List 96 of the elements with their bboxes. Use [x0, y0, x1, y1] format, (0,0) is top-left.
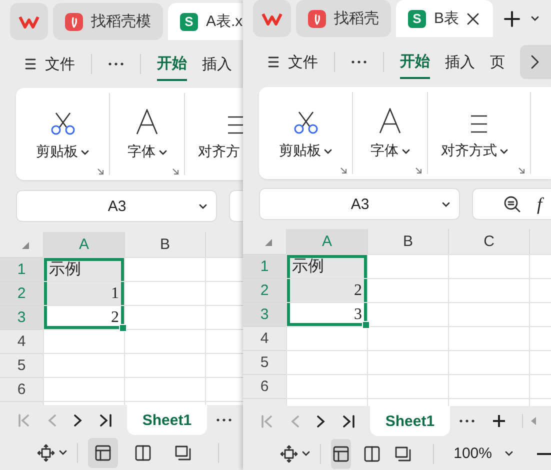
ribbon-group-button[interactable]: 字体 — [128, 143, 166, 161]
caret-icon — [324, 148, 332, 154]
table-cell: 1 — [43, 281, 124, 305]
position-icon[interactable] — [280, 444, 298, 462]
more-icon[interactable] — [216, 418, 232, 422]
zoom-caret-icon[interactable] — [505, 451, 513, 456]
row-header[interactable]: 4 — [243, 326, 286, 350]
ribbon-group-button[interactable]: 剪贴板 — [36, 143, 89, 161]
page-break-view-icon[interactable] — [364, 446, 380, 462]
launcher-icon[interactable] — [340, 167, 347, 174]
file-menu[interactable]: 文件 — [288, 52, 318, 72]
table-cell: 示例 — [43, 257, 124, 281]
leaf-app-icon — [65, 12, 83, 30]
table-cell: 2 — [43, 305, 124, 329]
name-box[interactable]: A3 — [259, 188, 460, 220]
document-tab[interactable]: S A表.x — [168, 3, 243, 40]
normal-view-icon[interactable] — [333, 446, 350, 462]
leaf-app-icon — [308, 10, 326, 28]
document-tab[interactable]: 找稻壳 — [296, 0, 391, 37]
formula-bar[interactable]: f — [472, 188, 551, 220]
table-cell: 2 — [286, 278, 367, 302]
ribbon-tab[interactable]: 插入 — [444, 46, 475, 78]
caret-icon — [81, 150, 89, 154]
last-sheet-icon[interactable] — [100, 414, 112, 426]
home-tab[interactable] — [253, 0, 291, 37]
search-icon[interactable] — [503, 195, 521, 213]
table-cell: 示例 — [286, 254, 367, 278]
dropdown-caret-icon — [199, 204, 207, 208]
ribbon-tab[interactable]: 页 — [490, 46, 505, 78]
select-all-icon[interactable] — [22, 242, 29, 249]
table-cell: 3 — [286, 302, 367, 326]
scissors-icon — [292, 110, 318, 134]
page-layout-view-icon[interactable] — [394, 446, 411, 462]
launcher-icon[interactable] — [172, 168, 179, 175]
column-header[interactable]: C — [448, 229, 529, 254]
position-caret-icon[interactable] — [59, 450, 67, 455]
chevron-right-icon — [531, 55, 540, 69]
normal-view-icon[interactable] — [95, 444, 111, 460]
plus-icon[interactable] — [504, 10, 520, 26]
tab-list-caret-icon[interactable] — [531, 16, 540, 21]
caret-icon — [158, 150, 166, 154]
row-header[interactable]: 6 — [243, 374, 286, 398]
fill-handle[interactable] — [119, 324, 127, 332]
document-tab[interactable]: 找稻壳模 — [53, 3, 163, 40]
next-sheet-icon[interactable] — [74, 414, 82, 426]
scissors-icon — [50, 111, 76, 135]
caret-icon — [402, 148, 410, 154]
page-layout-view-icon[interactable] — [175, 444, 191, 460]
position-icon[interactable] — [37, 444, 55, 462]
document-tab[interactable]: S B表 — [396, 0, 494, 37]
column-header[interactable]: B — [367, 229, 448, 254]
row-header[interactable]: 6 — [0, 377, 43, 401]
launcher-icon[interactable] — [97, 168, 104, 175]
ribbon-tab[interactable]: 开始 — [400, 46, 430, 78]
align-icon — [469, 114, 489, 134]
column-header[interactable]: B — [124, 232, 205, 257]
menu-icon — [268, 56, 279, 68]
ribbon-tab[interactable]: 插入 — [202, 48, 232, 80]
file-menu[interactable]: 文件 — [45, 54, 75, 74]
ribbon-group-button[interactable]: 对齐方 — [185, 143, 240, 161]
spreadsheet-icon: S — [180, 12, 198, 30]
add-sheet-icon[interactable] — [493, 415, 505, 427]
menu-icon — [25, 58, 36, 70]
close-icon[interactable] — [467, 12, 480, 24]
sheet-tab[interactable]: Sheet1 — [127, 405, 207, 435]
name-box[interactable]: A3 — [16, 190, 217, 222]
wps-logo-icon[interactable] — [18, 14, 40, 30]
more-icon[interactable] — [108, 62, 124, 66]
zoom-level[interactable]: 100% — [454, 445, 492, 462]
align-icon — [226, 115, 243, 135]
scroll-right-button[interactable] — [520, 45, 551, 79]
row-header[interactable]: 5 — [0, 353, 43, 377]
wps-logo-icon[interactable] — [261, 10, 283, 26]
position-caret-icon[interactable] — [302, 451, 310, 456]
page-break-view-icon[interactable] — [135, 444, 151, 460]
home-tab[interactable] — [10, 3, 48, 40]
launcher-icon[interactable] — [415, 167, 422, 174]
font-icon — [136, 109, 158, 135]
font-icon — [379, 108, 401, 134]
ribbon-group-button[interactable]: 剪贴板 — [279, 142, 332, 160]
ribbon-group-button[interactable]: 字体 — [370, 142, 410, 160]
spreadsheet-icon: S — [408, 10, 426, 28]
sheet-tab[interactable]: Sheet1 — [370, 406, 450, 436]
more-icon[interactable] — [350, 60, 367, 64]
row-header[interactable]: 5 — [243, 350, 286, 374]
select-all-icon[interactable] — [265, 239, 272, 246]
last-sheet-icon[interactable] — [343, 414, 355, 428]
fill-handle[interactable] — [362, 321, 370, 329]
caret-icon — [500, 148, 508, 154]
more-icon[interactable] — [459, 419, 475, 423]
launcher-icon[interactable] — [518, 167, 525, 174]
next-sheet-icon[interactable] — [317, 414, 325, 428]
ribbon-tab[interactable]: 开始 — [157, 48, 187, 80]
row-header[interactable]: 4 — [0, 329, 43, 353]
ribbon-group-button[interactable]: 对齐方式 — [428, 142, 508, 160]
dropdown-caret-icon — [442, 202, 450, 206]
